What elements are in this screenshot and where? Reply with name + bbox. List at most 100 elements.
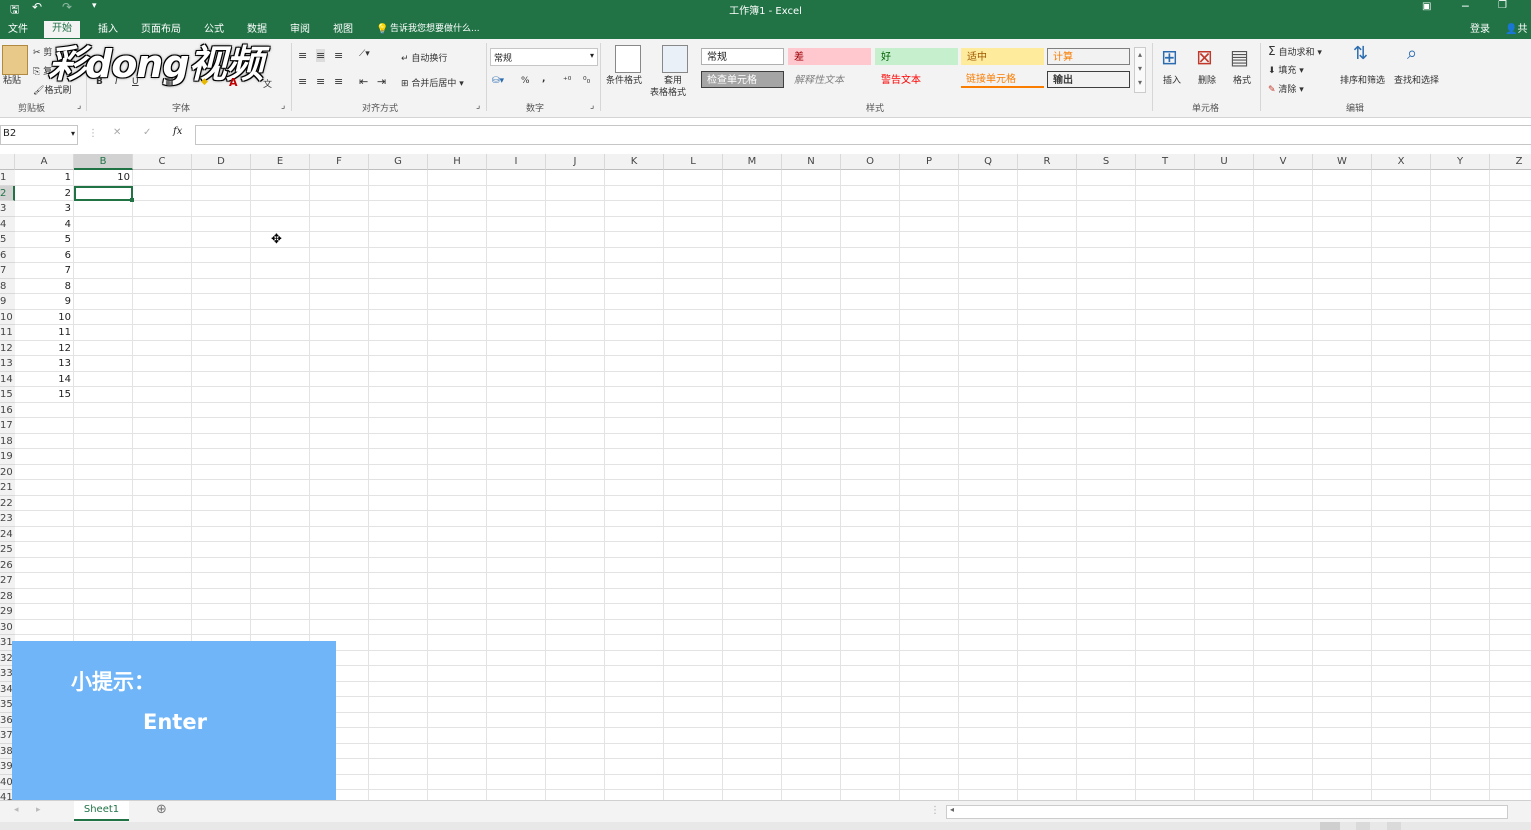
style-normal[interactable]: 常规 [701, 48, 784, 65]
row-header-8[interactable]: 8 [0, 278, 15, 294]
cell-a15[interactable]: 15 [15, 387, 71, 402]
row-header-17[interactable]: 17 [0, 418, 15, 434]
alignment-launcher-icon[interactable]: ⌟ [476, 101, 480, 111]
row-header-12[interactable]: 12 [0, 340, 15, 356]
add-sheet-icon[interactable]: ⊕ [156, 802, 167, 817]
fill-handle[interactable] [130, 198, 134, 202]
cell-b1[interactable]: 10 [74, 170, 130, 185]
align-bottom-icon[interactable]: ≡ [334, 49, 343, 62]
column-header-y[interactable]: Y [1431, 154, 1490, 170]
column-header-k[interactable]: K [605, 154, 664, 170]
selected-cell-b2[interactable] [74, 186, 133, 201]
cell-a2[interactable]: 2 [15, 186, 71, 201]
decrease-decimal-icon[interactable]: ⁰₀ [583, 76, 590, 86]
comma-button[interactable]: , [542, 74, 545, 84]
row-header-25[interactable]: 25 [0, 542, 15, 558]
cell-a11[interactable]: 11 [15, 325, 71, 340]
row-header-1[interactable]: 1 [0, 170, 15, 186]
column-header-z[interactable]: Z [1490, 154, 1531, 170]
column-header-b[interactable]: B [74, 154, 133, 170]
name-box[interactable]: B2 ▾ [0, 125, 78, 145]
align-top-icon[interactable]: ≡ [298, 49, 307, 62]
paste-icon[interactable] [2, 45, 28, 75]
orientation-icon[interactable]: ⟋▾ [359, 49, 370, 59]
cell-a3[interactable]: 3 [15, 201, 71, 216]
font-launcher-icon[interactable]: ⌟ [281, 101, 285, 111]
column-header-x[interactable]: X [1372, 154, 1431, 170]
row-header-2[interactable]: 2 [0, 185, 15, 201]
select-all-corner[interactable] [0, 154, 15, 170]
clear-button[interactable]: ✎ 清除 ▾ [1268, 82, 1304, 95]
style-output[interactable]: 输出 [1047, 71, 1130, 88]
splitter-icon[interactable]: ⋮ [930, 805, 940, 816]
insert-function-icon[interactable]: fx [173, 126, 182, 137]
tab-file[interactable]: 文件 [8, 22, 28, 39]
column-header-f[interactable]: F [310, 154, 369, 170]
clipboard-launcher-icon[interactable]: ⌟ [77, 101, 81, 111]
column-header-s[interactable]: S [1077, 154, 1136, 170]
column-header-m[interactable]: M [723, 154, 782, 170]
conditional-format-icon[interactable] [615, 45, 641, 73]
style-linked-cell[interactable]: 链接单元格 [961, 71, 1044, 88]
increase-indent-icon[interactable]: ⇥ [377, 75, 386, 88]
horizontal-scrollbar[interactable]: ◂ [946, 805, 1508, 819]
fill-button[interactable]: ⬇ 填充 ▾ [1268, 63, 1304, 76]
row-header-15[interactable]: 15 [0, 387, 15, 403]
border-icon[interactable]: ▦ [165, 77, 174, 87]
phonetic-icon[interactable]: 文 [263, 77, 272, 90]
sheet-tab-sheet1[interactable]: Sheet1 [74, 801, 129, 821]
italic-button[interactable]: I [115, 77, 118, 87]
row-header-30[interactable]: 30 [0, 619, 15, 635]
cell-a9[interactable]: 9 [15, 294, 71, 309]
column-header-d[interactable]: D [192, 154, 251, 170]
row-header-22[interactable]: 22 [0, 495, 15, 511]
column-header-g[interactable]: G [369, 154, 428, 170]
row-header-14[interactable]: 14 [0, 371, 15, 387]
row-header-29[interactable]: 29 [0, 604, 15, 620]
format-cells-button[interactable]: 格式 [1233, 73, 1251, 86]
wrap-text-button[interactable]: ↵ 自动换行 [401, 51, 447, 64]
ribbon-display-icon[interactable]: ▣ [1422, 1, 1431, 12]
scroll-left-icon[interactable]: ◂ [950, 805, 954, 814]
column-header-l[interactable]: L [664, 154, 723, 170]
find-icon[interactable]: ⌕ [1407, 43, 1417, 64]
style-neutral[interactable]: 适中 [961, 48, 1044, 65]
cancel-icon[interactable]: ✕ [113, 127, 121, 138]
row-header-28[interactable]: 28 [0, 588, 15, 604]
row-header-5[interactable]: 5 [0, 232, 15, 248]
style-warning[interactable]: 警告文本 [875, 71, 958, 88]
row-header-13[interactable]: 13 [0, 356, 15, 372]
style-calculation[interactable]: 计算 [1047, 48, 1130, 65]
column-header-j[interactable]: J [546, 154, 605, 170]
sort-filter-icon[interactable]: ⇅ [1353, 43, 1368, 64]
font-color-button[interactable]: A [229, 76, 238, 89]
decrease-indent-icon[interactable]: ⇤ [359, 75, 368, 88]
row-header-19[interactable]: 19 [0, 449, 15, 465]
formula-input[interactable] [195, 125, 1531, 145]
row-header-27[interactable]: 27 [0, 573, 15, 589]
format-cells-icon[interactable]: ▤ [1230, 45, 1249, 69]
cell-a12[interactable]: 12 [15, 341, 71, 356]
row-header-21[interactable]: 21 [0, 480, 15, 496]
row-header-11[interactable]: 11 [0, 325, 15, 341]
style-check-cell[interactable]: 检查单元格 [701, 71, 784, 88]
row-header-3[interactable]: 3 [0, 201, 15, 217]
tab-view[interactable]: 视图 [333, 22, 353, 39]
column-header-r[interactable]: R [1018, 154, 1077, 170]
column-header-t[interactable]: T [1136, 154, 1195, 170]
row-header-23[interactable]: 23 [0, 511, 15, 527]
increase-decimal-icon[interactable]: ⁺⁰ [563, 76, 571, 86]
cell-a1[interactable]: 1 [15, 170, 71, 185]
column-header-w[interactable]: W [1313, 154, 1372, 170]
column-header-v[interactable]: V [1254, 154, 1313, 170]
next-sheet-icon[interactable]: ▸ [36, 805, 41, 815]
prev-sheet-icon[interactable]: ◂ [14, 805, 19, 815]
page-break-view-icon[interactable] [1387, 822, 1401, 830]
paste-button[interactable]: 粘贴 [3, 73, 21, 86]
insert-cells-button[interactable]: 插入 [1163, 73, 1181, 86]
cell-a7[interactable]: 7 [15, 263, 71, 278]
style-bad[interactable]: 差 [788, 48, 871, 65]
percent-button[interactable]: % [521, 76, 530, 86]
column-header-p[interactable]: P [900, 154, 959, 170]
enter-icon[interactable]: ✓ [143, 127, 151, 138]
